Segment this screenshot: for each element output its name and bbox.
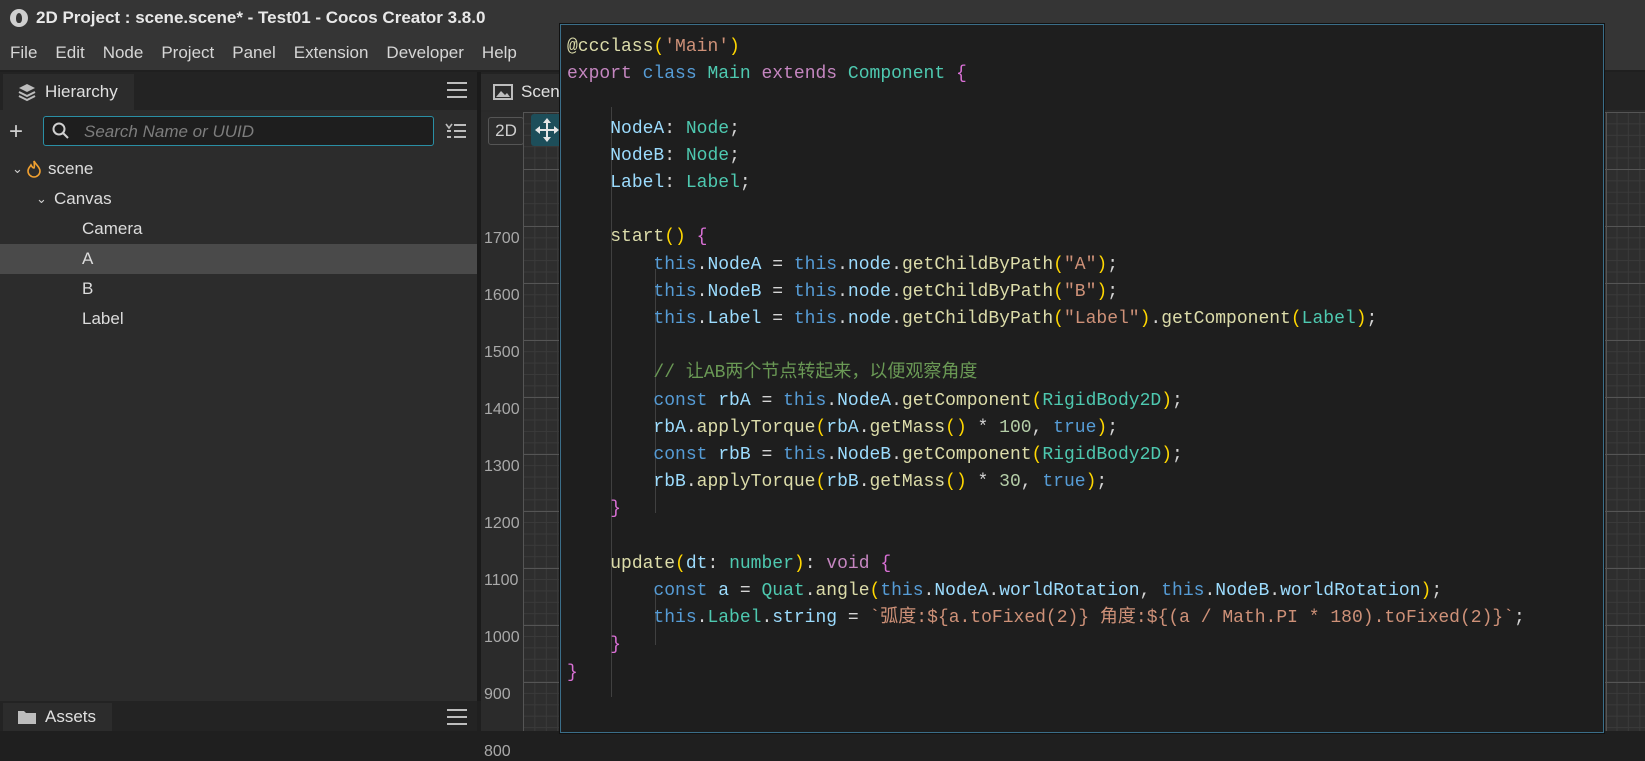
code-line[interactable]: @ccclass('Main') [567, 33, 740, 61]
code-line[interactable]: } [567, 631, 621, 659]
hamburger-menu-icon[interactable] [447, 82, 467, 100]
menu-file[interactable]: File [10, 43, 37, 63]
code-line[interactable]: start() { [567, 223, 707, 251]
hierarchy-panel: Hierarchy + ⌄ scene [0, 72, 481, 701]
code-line[interactable]: rbB.applyTorque(rbB.getMass() * 30, true… [567, 468, 1107, 496]
search-icon [52, 122, 69, 139]
tree-label: A [82, 249, 94, 268]
ruler-label: 1700 [484, 230, 520, 247]
node-tree: ⌄ scene ⌄ Canvas Camera A B Label [0, 154, 477, 334]
flame-icon [27, 160, 41, 178]
tab-hierarchy[interactable]: Hierarchy [3, 74, 134, 110]
ruler-label: 900 [484, 686, 511, 703]
folder-icon [18, 711, 36, 724]
code-line[interactable]: export class Main extends Component { [567, 60, 967, 88]
menu-developer[interactable]: Developer [386, 43, 464, 63]
vertical-ruler: 1700 1600 1500 1400 1300 1200 1100 1000 … [481, 112, 523, 760]
scene-tab-label: Scen [521, 82, 560, 101]
code-line[interactable]: this.NodeA = this.node.getChildByPath("A… [567, 251, 1118, 279]
ruler-label: 1600 [484, 287, 520, 304]
tab-assets[interactable]: Assets [3, 703, 112, 731]
code-line[interactable]: } [567, 495, 621, 523]
tree-label: scene [48, 159, 94, 178]
hierarchy-tab-label: Hierarchy [45, 82, 118, 101]
menu-extension[interactable]: Extension [294, 43, 369, 63]
menu-edit[interactable]: Edit [55, 43, 84, 63]
tree-label: Label [82, 309, 124, 328]
tree-node-b[interactable]: B [0, 274, 477, 304]
code-line[interactable]: rbA.applyTorque(rbA.getMass() * 100, tru… [567, 414, 1118, 442]
code-line[interactable]: const rbA = this.NodeA.getComponent(Rigi… [567, 387, 1182, 415]
tree-label: B [82, 279, 94, 298]
tree-node-scene[interactable]: ⌄ scene [0, 154, 477, 184]
tree-node-canvas[interactable]: ⌄ Canvas [0, 184, 477, 214]
tree-node-label[interactable]: Label [0, 304, 477, 334]
chevron-down-icon[interactable]: ⌄ [12, 161, 26, 177]
ruler-label: 1300 [484, 458, 520, 475]
add-node-icon[interactable]: + [9, 120, 23, 144]
assets-tab-label: Assets [45, 707, 97, 726]
layers-icon [18, 84, 36, 102]
code-line[interactable]: this.NodeB = this.node.getChildByPath("B… [567, 278, 1118, 306]
tree-node-camera[interactable]: Camera [0, 214, 477, 244]
tree-node-a[interactable]: A [0, 244, 477, 274]
tree-label: Camera [82, 219, 143, 238]
assets-header: Assets [0, 701, 477, 731]
ruler-label: 1500 [484, 344, 520, 361]
menu-panel[interactable]: Panel [232, 43, 275, 63]
code-editor-popup: @ccclass('Main') export class Main extend… [560, 24, 1604, 733]
ruler-label: 1400 [484, 401, 520, 418]
code-line[interactable]: update(dt: number): void { [567, 550, 891, 578]
hierarchy-header: Hierarchy [0, 72, 477, 110]
chevron-down-icon[interactable]: ⌄ [36, 191, 50, 207]
search-input[interactable] [82, 117, 426, 147]
ruler-label: 1000 [484, 629, 520, 646]
code-line[interactable]: this.Label.string = `弧度:${a.toFixed(2)} … [567, 604, 1524, 632]
code-line[interactable]: NodeB: Node; [567, 142, 740, 170]
menu-help[interactable]: Help [482, 43, 517, 63]
code-line[interactable]: NodeA: Node; [567, 115, 740, 143]
tree-label: Canvas [54, 189, 112, 208]
window-title: 2D Project : scene.scene* - Test01 - Coc… [36, 8, 486, 27]
menu-node[interactable]: Node [103, 43, 144, 63]
search-box [43, 116, 434, 147]
move-arrows-icon [535, 118, 559, 142]
sort-list-icon[interactable] [445, 122, 467, 140]
ruler-label: 1100 [484, 572, 519, 589]
code-line[interactable]: this.Label = this.node.getChildByPath("L… [567, 305, 1377, 333]
ruler-label: 1200 [484, 515, 520, 532]
mode-2d-button[interactable]: 2D [488, 117, 524, 145]
code-line[interactable]: const rbB = this.NodeB.getComponent(Rigi… [567, 441, 1182, 469]
code-line[interactable]: } [567, 659, 578, 687]
hierarchy-toolbar: + [0, 112, 477, 152]
code-line[interactable]: const a = Quat.angle(this.NodeA.worldRot… [567, 577, 1442, 605]
image-icon [493, 84, 513, 100]
cocos-logo-icon [10, 9, 28, 27]
move-tool-button[interactable] [531, 114, 563, 146]
code-line[interactable]: Label: Label; [567, 169, 750, 197]
menu-project[interactable]: Project [161, 43, 214, 63]
ruler-label: 800 [484, 743, 511, 760]
code-line[interactable]: // 让AB两个节点转起来，以便观察角度 [567, 359, 977, 387]
hamburger-menu-icon[interactable] [447, 709, 467, 727]
